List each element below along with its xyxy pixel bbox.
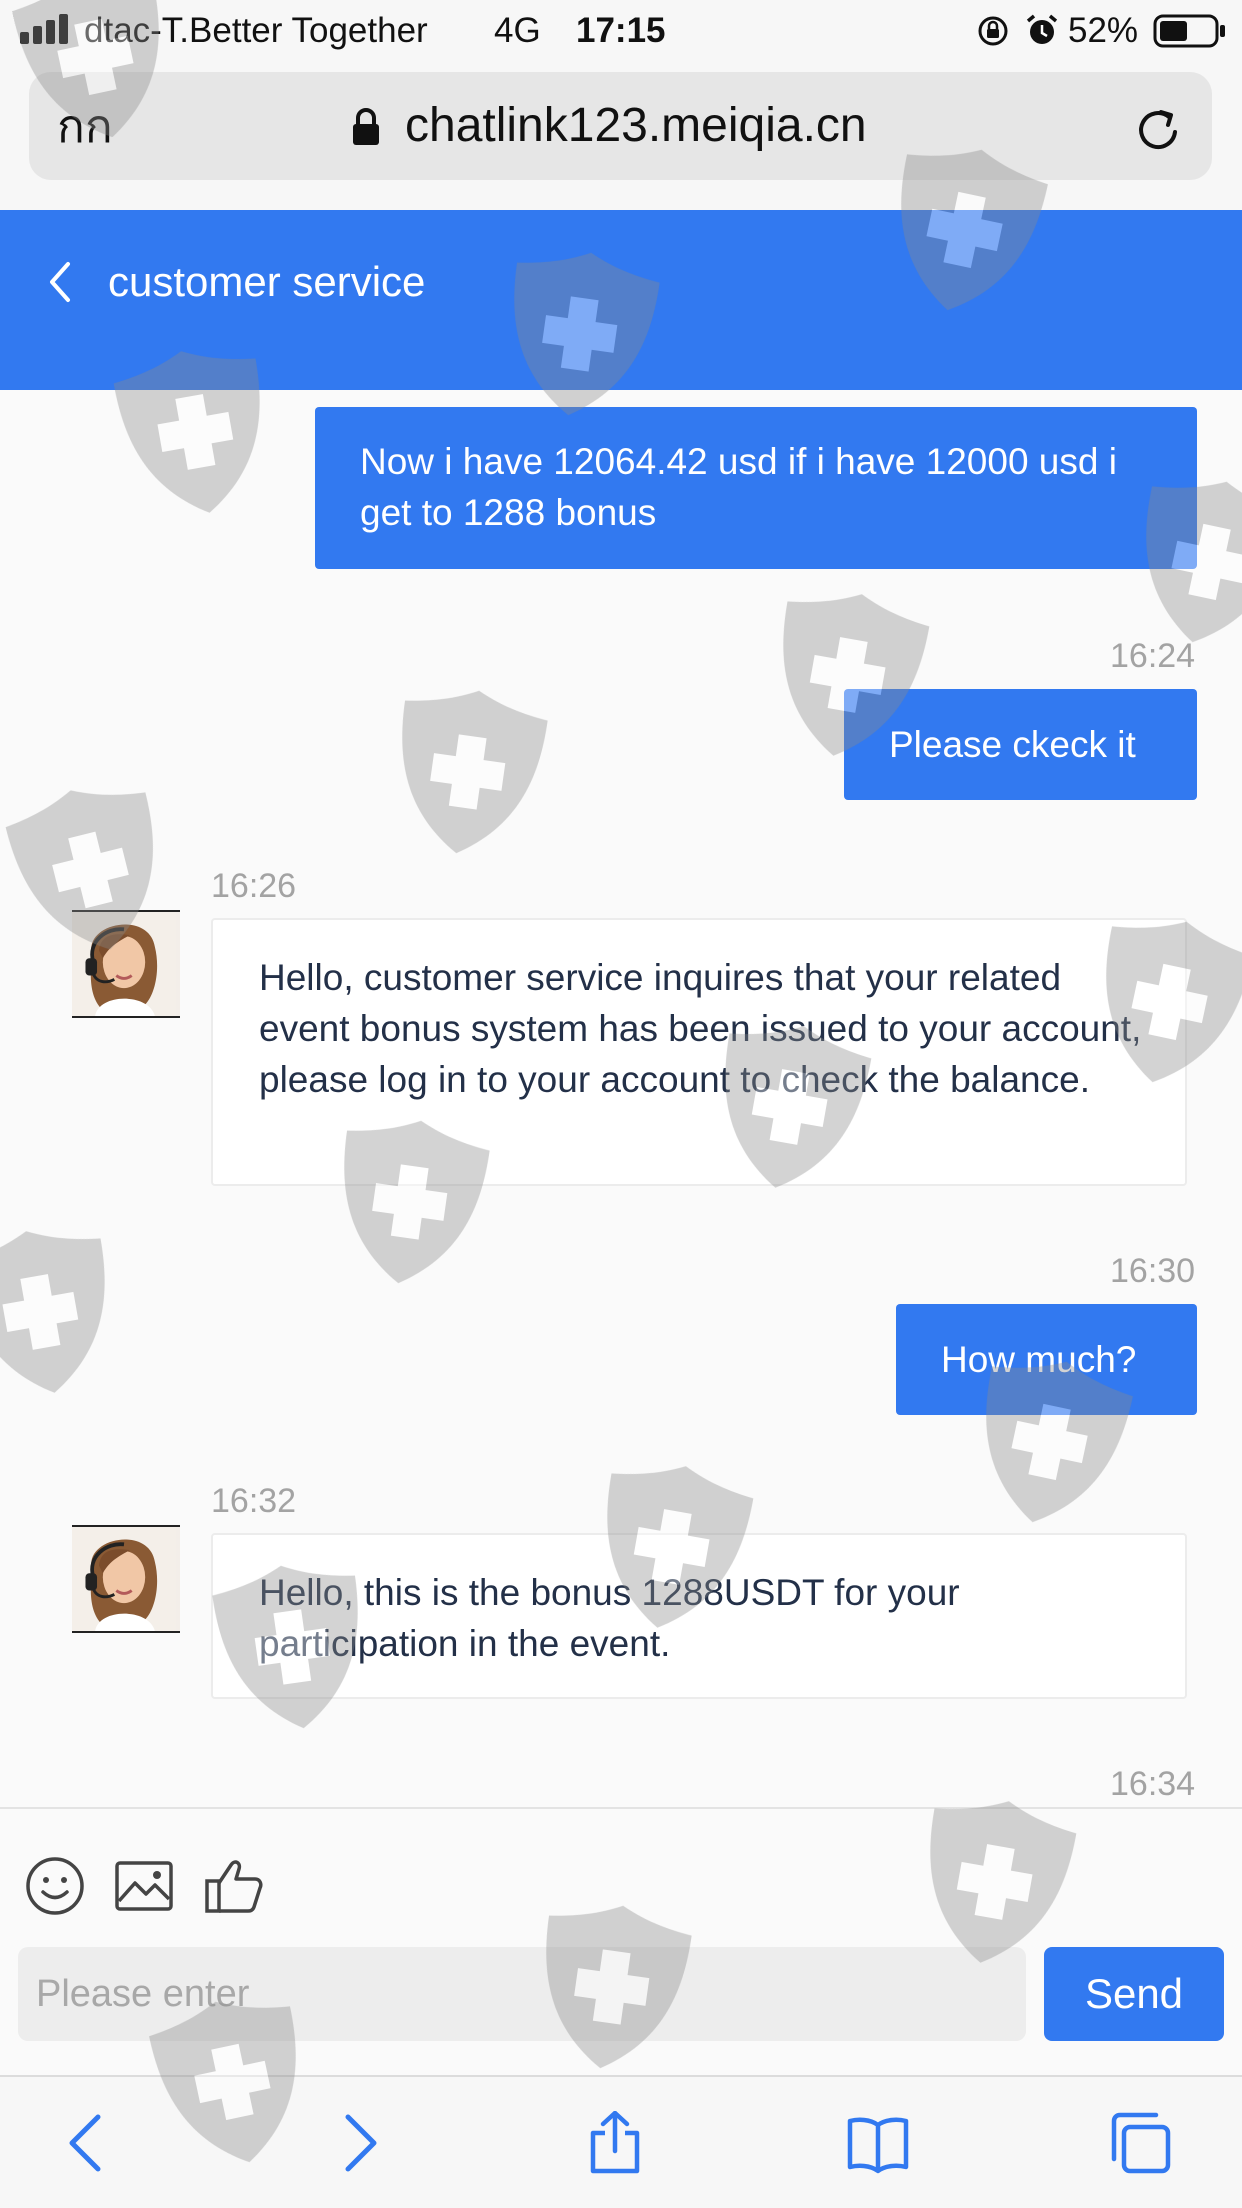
message-text: Hello, customer service inquires that yo… bbox=[259, 957, 1142, 1100]
image-icon[interactable] bbox=[113, 1855, 175, 1917]
url-text[interactable]: chatlink123.meiqia.cn bbox=[405, 98, 867, 154]
carrier-name: dtac-T.Better Together bbox=[84, 11, 428, 50]
message-text: Please ckeck it bbox=[889, 724, 1136, 765]
message-timestamp: 16:32 bbox=[211, 1482, 297, 1520]
message-text: Now i have 12064.42 usd if i have 12000 … bbox=[360, 441, 1117, 533]
incoming-message-bubble[interactable]: Hello, customer service inquires that yo… bbox=[211, 918, 1187, 1186]
agent-avatar-image bbox=[72, 1527, 176, 1631]
send-button[interactable]: Send bbox=[1044, 1947, 1224, 2041]
message-list[interactable]: Now i have 12064.42 usd if i have 12000 … bbox=[0, 390, 1242, 1807]
message-input[interactable] bbox=[18, 1947, 1026, 2041]
message-timestamp: 16:34 bbox=[1110, 1765, 1196, 1803]
rotation-lock-icon bbox=[978, 16, 1008, 46]
thumbs-up-icon[interactable] bbox=[203, 1855, 265, 1917]
browser-address-area: กก chatlink123.meiqia.cn bbox=[0, 62, 1242, 210]
message-text: Hello, this is the bonus 1288USDT for yo… bbox=[259, 1572, 960, 1664]
chat-header: customer service bbox=[0, 210, 1242, 390]
chevron-left-icon[interactable] bbox=[40, 250, 80, 314]
status-bar: dtac-T.Better Together 4G 17:15 52% bbox=[0, 0, 1242, 62]
chat-title: customer service bbox=[108, 258, 426, 305]
outgoing-message-bubble[interactable]: How much? bbox=[896, 1304, 1197, 1415]
signal-strength-icon bbox=[20, 14, 72, 44]
forward-icon[interactable] bbox=[326, 2111, 390, 2175]
agent-avatar[interactable] bbox=[72, 910, 180, 1018]
bookmarks-icon[interactable] bbox=[846, 2111, 910, 2175]
outgoing-message-bubble[interactable]: Please ckeck it bbox=[844, 689, 1197, 800]
message-composer: Send bbox=[0, 1807, 1242, 2075]
message-timestamp: 16:26 bbox=[211, 867, 297, 905]
message-timestamp: 16:24 bbox=[1110, 637, 1196, 675]
emoji-icon[interactable] bbox=[24, 1855, 86, 1917]
message-text: How much? bbox=[941, 1339, 1137, 1380]
reader-view-button[interactable]: กก bbox=[57, 100, 113, 152]
message-timestamp: 16:30 bbox=[1110, 1252, 1196, 1290]
back-icon[interactable] bbox=[56, 2111, 120, 2175]
incoming-message-bubble[interactable]: Hello, this is the bonus 1288USDT for yo… bbox=[211, 1533, 1187, 1699]
reload-icon[interactable] bbox=[1135, 104, 1183, 154]
alarm-icon bbox=[1026, 14, 1058, 44]
status-time: 17:15 bbox=[576, 11, 666, 50]
lock-icon bbox=[353, 108, 379, 145]
address-bar[interactable]: กก chatlink123.meiqia.cn bbox=[29, 72, 1212, 180]
share-icon[interactable] bbox=[583, 2111, 647, 2175]
network-type: 4G bbox=[494, 11, 541, 50]
browser-toolbar bbox=[0, 2075, 1242, 2208]
outgoing-message-bubble[interactable]: Now i have 12064.42 usd if i have 12000 … bbox=[315, 407, 1197, 569]
battery-icon bbox=[1153, 14, 1225, 48]
tabs-icon[interactable] bbox=[1108, 2111, 1172, 2175]
agent-avatar[interactable] bbox=[72, 1525, 180, 1633]
battery-percent: 52% bbox=[1068, 11, 1139, 50]
agent-avatar-image bbox=[72, 912, 176, 1016]
